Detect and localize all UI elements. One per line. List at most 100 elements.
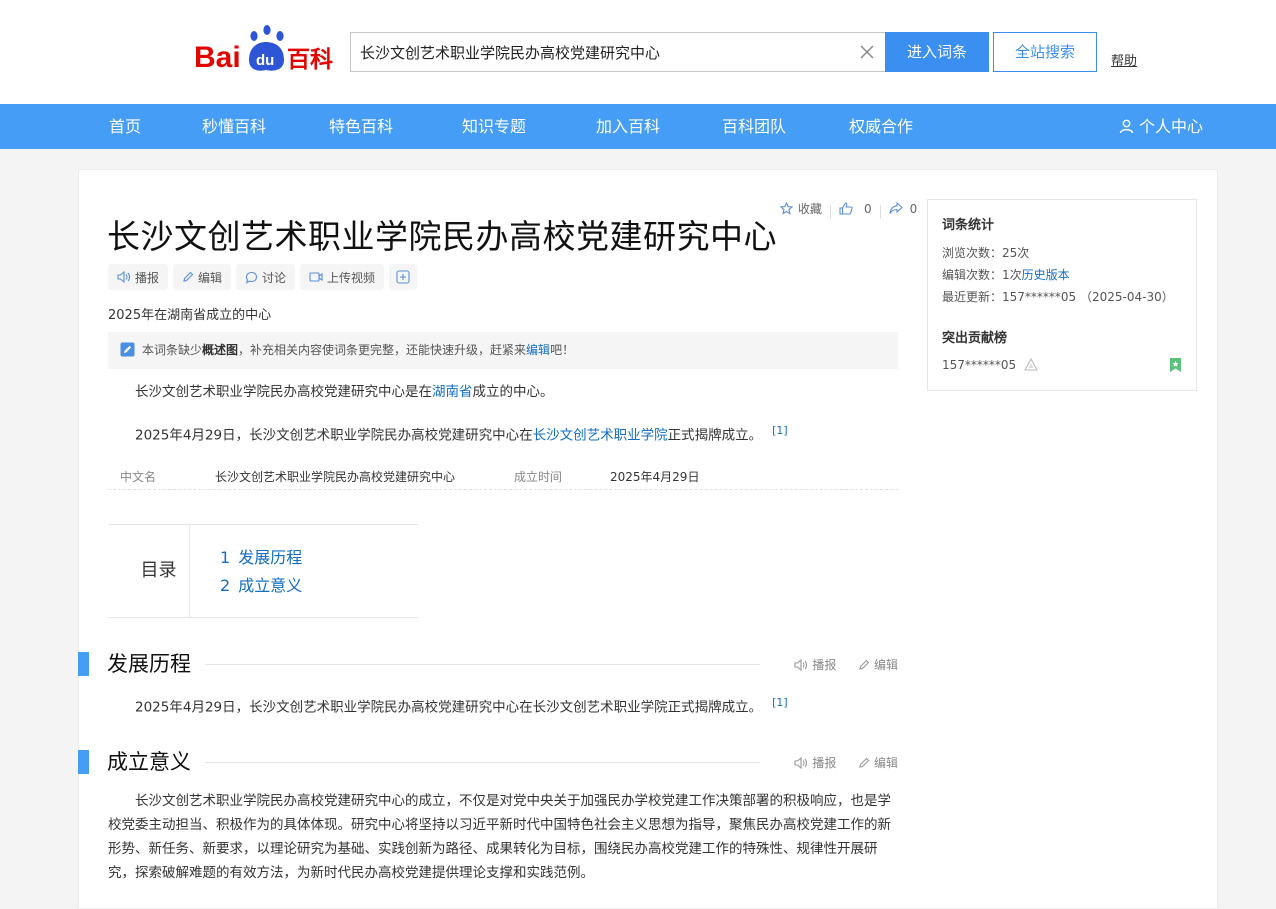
nav-featured[interactable]: 特色百科 (329, 104, 393, 149)
pencil-icon (859, 659, 870, 670)
site-search-button[interactable]: 全站搜索 (993, 32, 1097, 72)
user-icon (1119, 119, 1134, 134)
section-actions: 播报 编辑 (794, 656, 898, 674)
toc-item-number: 2 (220, 576, 231, 595)
section-marker (78, 750, 89, 774)
founded-label: 成立时间 (514, 470, 563, 484)
toc-item-label: 成立意义 (238, 576, 303, 595)
missing-summary-notice: 本词条缺少概述图，补充相关内容使词条更完整，还能快速升级，赶紧来编辑吧！ (108, 332, 898, 369)
summary1-post: 成立的中心。 (472, 384, 554, 400)
section-edit-label: 编辑 (873, 658, 898, 672)
nav-authority[interactable]: 权威合作 (849, 104, 913, 149)
page-title: 长沙文创艺术职业学院民办高校党建研究中心 (107, 217, 777, 256)
last-updated: 最近更新：157******05 （2025-04-30） (942, 290, 1174, 304)
like-count: 0 (864, 201, 872, 216)
entry-subtitle: 2025年在湖南省成立的中心 (108, 308, 272, 323)
summary-paragraph-2: 2025年4月29日，长沙文创艺术职业学院民办高校党建研究中心在长沙文创艺术职业… (108, 419, 898, 448)
clear-icon[interactable] (858, 43, 876, 61)
nav-topics[interactable]: 知识专题 (462, 104, 526, 149)
summary-paragraph-1: 长沙文创艺术职业学院民办高校党建研究中心是在湖南省成立的中心。 (108, 380, 898, 404)
pencil-icon (183, 271, 194, 282)
chinese-name-label: 中文名 (120, 470, 157, 484)
view-count: 浏览次数：25次 (942, 246, 1030, 260)
upload-video-button[interactable]: 上传视频 (300, 264, 385, 290)
notice-prefix: 本词条缺少 (142, 343, 203, 357)
entry-tool-row: 播报 编辑 讨论 上传视频 (108, 264, 422, 290)
upload-video-label: 上传视频 (327, 270, 376, 285)
baidu-baike-logo[interactable]: Bai du 百科 (194, 22, 340, 74)
toc-item-history[interactable]: 1 发展历程 (220, 544, 302, 568)
share-icon (889, 202, 903, 214)
stats-title: 词条统计 (942, 218, 995, 233)
basic-info: 中文名 长沙文创艺术职业学院民办高校党建研究中心 成立时间 2025年4月29日 (108, 462, 898, 490)
nav-home[interactable]: 首页 (109, 104, 141, 149)
chinese-name-value: 长沙文创艺术职业学院民办高校党建研究中心 (215, 470, 456, 484)
hunan-link[interactable]: 湖南省 (432, 384, 473, 400)
broadcast-label: 播报 (135, 270, 160, 285)
toc-item-label: 发展历程 (238, 548, 303, 567)
nav-join[interactable]: 加入百科 (596, 104, 660, 149)
collect-button[interactable]: 收藏 (780, 200, 822, 217)
significance-paragraph: 长沙文创艺术职业学院民办高校党建研究中心的成立，不仅是对党中央关于加强民办学校党… (108, 793, 891, 881)
share-button[interactable]: 0 (889, 201, 918, 216)
like-button[interactable]: 0 (839, 202, 872, 216)
section-broadcast-label: 播报 (812, 658, 837, 672)
history-paragraph: 2025年4月29日，长沙文创艺术职业学院民办高校党建研究中心在长沙文创艺术职业… (108, 691, 898, 720)
edit-count-text: 编辑次数：1次 (942, 268, 1022, 282)
section-header-significance: 成立意义 播报 编辑 (78, 748, 898, 778)
star-icon (780, 202, 793, 215)
toc-item-number: 1 (220, 548, 231, 567)
history-text: 2025年4月29日，长沙文创艺术职业学院民办高校党建研究中心在长沙文创艺术职业… (135, 699, 763, 716)
summary2-pre: 2025年4月29日，长沙文创艺术职业学院民办高校党建研究中心在 (135, 427, 533, 444)
comment-icon (245, 271, 258, 284)
notice-suffix: 吧！ (550, 343, 575, 357)
section-header-history: 发展历程 播报 编辑 (78, 650, 898, 680)
reference-link[interactable]: [1] (772, 696, 788, 709)
svg-text:du: du (256, 52, 274, 69)
section-title: 成立意义 (107, 750, 191, 774)
nav-miaodong[interactable]: 秒懂百科 (202, 104, 266, 149)
section-broadcast-button[interactable]: 播报 (794, 656, 836, 673)
section-broadcast-button[interactable]: 播报 (794, 754, 836, 771)
contributor-row[interactable]: 157******05 (942, 357, 1038, 372)
user-center-link[interactable]: 个人中心 (1119, 104, 1203, 149)
search-input[interactable] (351, 33, 840, 71)
enter-entry-button[interactable]: 进入词条 (885, 32, 989, 72)
section-edit-button[interactable]: 编辑 (858, 656, 898, 673)
notice-edit-link[interactable]: 编辑 (526, 343, 550, 357)
college-link[interactable]: 长沙文创艺术职业学院 (533, 428, 668, 444)
reference-link[interactable]: [1] (772, 424, 788, 437)
edit-count: 编辑次数：1次历史版本 (942, 266, 1070, 283)
pencil-icon (859, 757, 870, 768)
summary2-post: 正式揭牌成立。 (667, 427, 763, 444)
collect-label: 收藏 (798, 202, 823, 216)
more-tools-button[interactable] (389, 264, 418, 290)
section-divider (205, 664, 760, 665)
help-link[interactable]: 帮助 (1111, 50, 1137, 69)
edit-notice-icon (120, 342, 135, 357)
discuss-label: 讨论 (262, 270, 287, 285)
section-divider (205, 762, 760, 763)
discuss-button[interactable]: 讨论 (236, 264, 296, 290)
table-of-contents: 目录 1 发展历程 2 成立意义 (108, 524, 418, 618)
header: Bai du 百科 进入词条 全站搜索 帮助 (0, 0, 1276, 104)
search-box[interactable] (350, 32, 885, 72)
speaker-icon (794, 756, 808, 769)
toc-title: 目录 (108, 525, 190, 617)
share-count: 0 (909, 201, 918, 216)
contributor-name: 157******05 (942, 358, 1017, 372)
speaker-icon (117, 271, 131, 283)
toc-item-significance[interactable]: 2 成立意义 (220, 572, 302, 596)
broadcast-button[interactable]: 播报 (108, 264, 169, 290)
plus-icon (396, 270, 410, 284)
edit-button[interactable]: 编辑 (173, 264, 232, 290)
svg-text:Bai: Bai (194, 41, 241, 74)
section-title: 发展历程 (107, 652, 191, 676)
nav-team[interactable]: 百科团队 (722, 104, 786, 149)
section-edit-button[interactable]: 编辑 (858, 754, 898, 771)
notice-bold: 概述图 (202, 343, 239, 357)
history-versions-link[interactable]: 历史版本 (1022, 268, 1070, 282)
user-center-label: 个人中心 (1138, 117, 1203, 136)
section-edit-label: 编辑 (873, 756, 898, 770)
svg-text:百科: 百科 (287, 47, 333, 73)
